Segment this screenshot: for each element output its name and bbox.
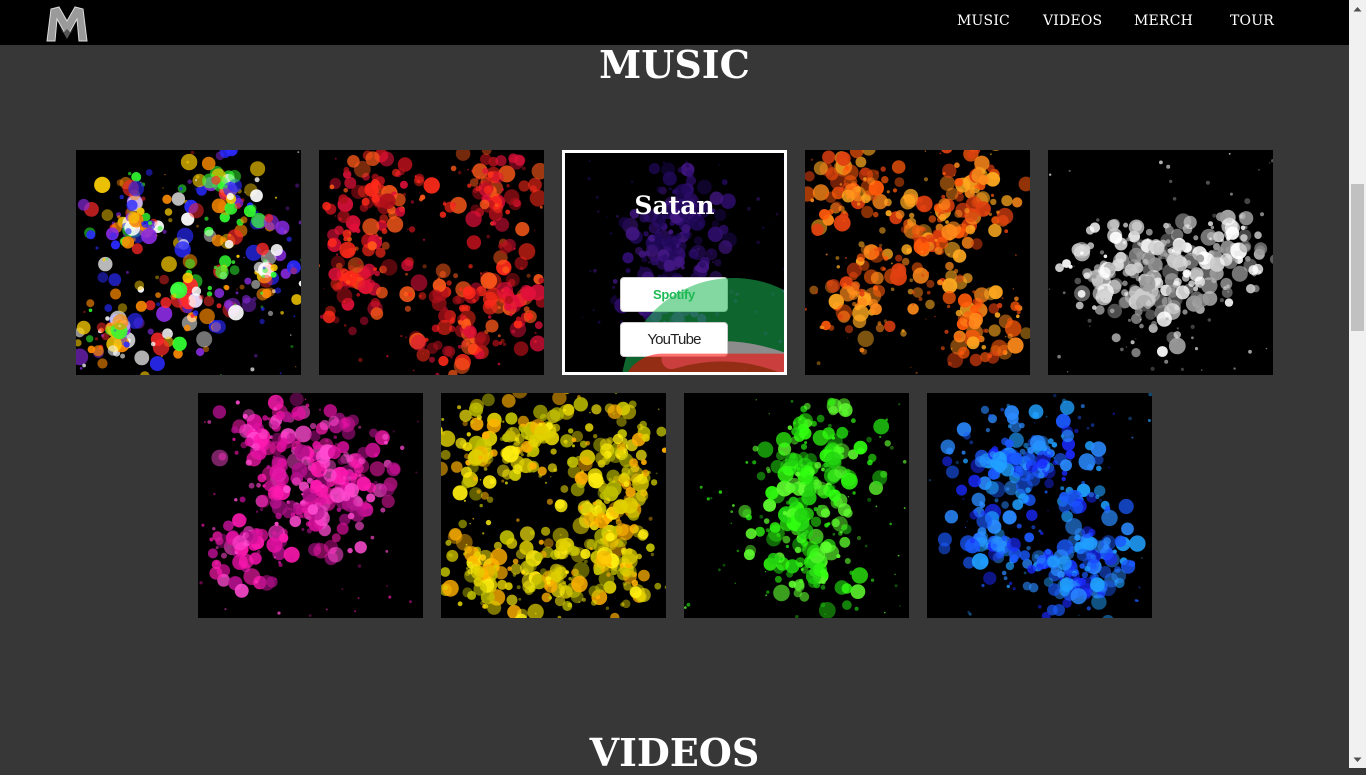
youtube-icon bbox=[621, 323, 787, 375]
album-title: Satan bbox=[565, 191, 784, 220]
album-art-paint-splatter-multicolor-icon bbox=[76, 150, 301, 375]
album-art-paint-splatter-yellow-icon bbox=[441, 393, 666, 618]
scroll-thumb[interactable] bbox=[1351, 184, 1364, 331]
nav-music-link[interactable]: MUSIC bbox=[957, 13, 1010, 29]
album-art-paint-splatter-magenta-icon bbox=[198, 393, 423, 618]
album-cover[interactable] bbox=[1048, 150, 1273, 375]
top-navbar: MUSIC VIDEOS MERCH TOUR bbox=[0, 0, 1349, 45]
youtube-button[interactable]: YouTube bbox=[620, 322, 728, 357]
spotify-button[interactable]: Spotify bbox=[620, 277, 728, 312]
album-art-paint-splatter-green-icon bbox=[684, 393, 909, 618]
page-scrollbar[interactable] bbox=[1349, 0, 1366, 768]
album-art-paint-splatter-white-icon bbox=[1048, 150, 1273, 375]
nav-merch-link[interactable]: MERCH bbox=[1134, 13, 1193, 29]
album-art-paint-splatter-orange-icon bbox=[805, 150, 1030, 375]
album-cover[interactable] bbox=[76, 150, 301, 375]
album-cover[interactable] bbox=[927, 393, 1152, 618]
videos-section-title: VIDEOS bbox=[0, 730, 1349, 775]
album-cover[interactable] bbox=[441, 393, 666, 618]
nav-videos-link[interactable]: VIDEOS bbox=[1043, 13, 1102, 29]
nav-tour-link[interactable]: TOUR bbox=[1230, 13, 1274, 29]
album-cover[interactable] bbox=[805, 150, 1030, 375]
album-cover[interactable] bbox=[684, 393, 909, 618]
band-logo-icon[interactable] bbox=[45, 3, 89, 43]
album-cover[interactable] bbox=[319, 150, 544, 375]
album-art-paint-splatter-blue-icon bbox=[927, 393, 1152, 618]
music-section-title: MUSIC bbox=[0, 42, 1349, 87]
scroll-down-arrow-icon[interactable] bbox=[1349, 751, 1366, 768]
album-cover-active[interactable]: Satan Spotify YouTube bbox=[562, 150, 787, 375]
album-art-paint-splatter-red-icon bbox=[319, 150, 544, 375]
scroll-up-arrow-icon[interactable] bbox=[1349, 0, 1366, 17]
album-cover[interactable] bbox=[198, 393, 423, 618]
